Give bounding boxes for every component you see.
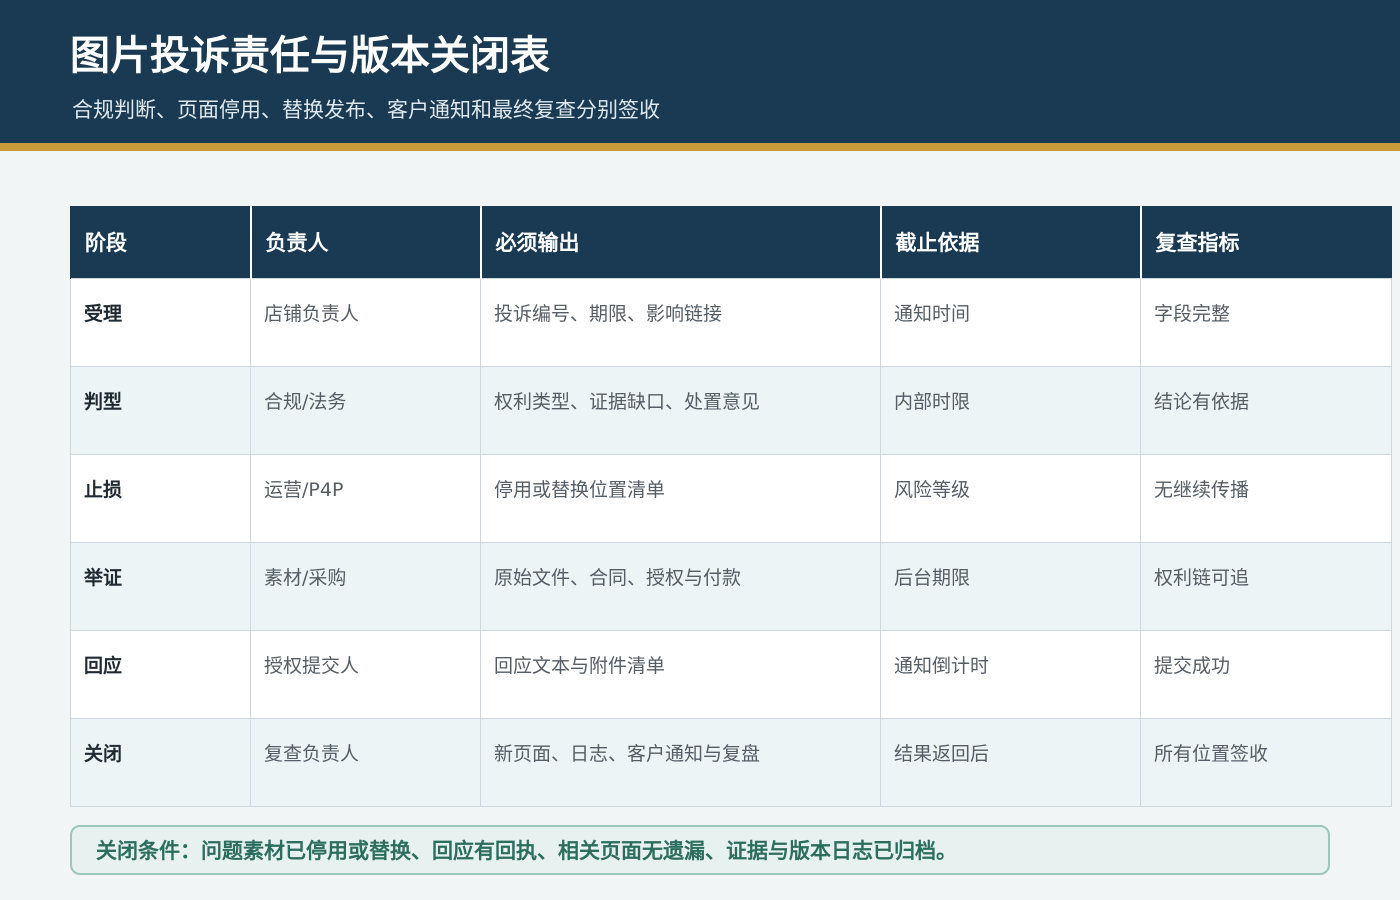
deadline-cell: 内部时限 <box>880 365 1141 455</box>
table-row: 回应 授权提交人 回应文本与附件清单 通知倒计时 提交成功 <box>70 629 1392 719</box>
page-header: 图片投诉责任与版本关闭表 合规判断、页面停用、替换发布、客户通知和最终复查分别签… <box>0 0 1400 151</box>
owner-cell: 素材/采购 <box>250 541 481 631</box>
page-subtitle: 合规判断、页面停用、替换发布、客户通知和最终复查分别签收 <box>72 98 660 122</box>
stage-cell: 回应 <box>70 629 251 719</box>
table-row: 举证 素材/采购 原始文件、合同、授权与付款 后台期限 权利链可追 <box>70 541 1392 631</box>
metric-cell: 无继续传播 <box>1140 453 1392 543</box>
page-title: 图片投诉责任与版本关闭表 <box>70 33 550 79</box>
metric-cell: 权利链可追 <box>1140 541 1392 631</box>
responsibility-table: 阶段 负责人 必须输出 截止依据 复查指标 受理 店铺负责人 投诉编号、期限、影… <box>70 206 1392 807</box>
owner-cell: 合规/法务 <box>250 365 481 455</box>
deadline-cell: 后台期限 <box>880 541 1141 631</box>
stage-cell: 举证 <box>70 541 251 631</box>
table-row: 判型 合规/法务 权利类型、证据缺口、处置意见 内部时限 结论有依据 <box>70 365 1392 455</box>
deadline-cell: 结果返回后 <box>880 717 1141 807</box>
output-cell: 回应文本与附件清单 <box>480 629 881 719</box>
owner-cell: 复查负责人 <box>250 717 481 807</box>
column-header-review-metric: 复查指标 <box>1139 206 1392 278</box>
responsibility-table-container: 阶段 负责人 必须输出 截止依据 复查指标 受理 店铺负责人 投诉编号、期限、影… <box>70 206 1392 807</box>
column-header-required-output: 必须输出 <box>479 206 881 278</box>
output-cell: 投诉编号、期限、影响链接 <box>480 277 881 367</box>
closing-condition-note: 关闭条件：问题素材已停用或替换、回应有回执、相关页面无遗漏、证据与版本日志已归档… <box>70 825 1330 875</box>
table-row: 止损 运营/P4P 停用或替换位置清单 风险等级 无继续传播 <box>70 453 1392 543</box>
table-header-row: 阶段 负责人 必须输出 截止依据 复查指标 <box>70 206 1392 278</box>
column-header-stage: 阶段 <box>70 206 251 278</box>
table-row: 关闭 复查负责人 新页面、日志、客户通知与复盘 结果返回后 所有位置签收 <box>70 717 1392 807</box>
table-row: 受理 店铺负责人 投诉编号、期限、影响链接 通知时间 字段完整 <box>70 277 1392 367</box>
metric-cell: 结论有依据 <box>1140 365 1392 455</box>
column-header-owner: 负责人 <box>249 206 481 278</box>
deadline-cell: 通知时间 <box>880 277 1141 367</box>
deadline-cell: 通知倒计时 <box>880 629 1141 719</box>
column-header-deadline-basis: 截止依据 <box>879 206 1141 278</box>
owner-cell: 授权提交人 <box>250 629 481 719</box>
output-cell: 原始文件、合同、授权与付款 <box>480 541 881 631</box>
output-cell: 新页面、日志、客户通知与复盘 <box>480 717 881 807</box>
metric-cell: 字段完整 <box>1140 277 1392 367</box>
metric-cell: 所有位置签收 <box>1140 717 1392 807</box>
owner-cell: 店铺负责人 <box>250 277 481 367</box>
stage-cell: 止损 <box>70 453 251 543</box>
output-cell: 停用或替换位置清单 <box>480 453 881 543</box>
stage-cell: 受理 <box>70 277 251 367</box>
stage-cell: 关闭 <box>70 717 251 807</box>
output-cell: 权利类型、证据缺口、处置意见 <box>480 365 881 455</box>
closing-condition-text: 关闭条件：问题素材已停用或替换、回应有回执、相关页面无遗漏、证据与版本日志已归档… <box>96 839 957 863</box>
stage-cell: 判型 <box>70 365 251 455</box>
owner-cell: 运营/P4P <box>250 453 481 543</box>
metric-cell: 提交成功 <box>1140 629 1392 719</box>
deadline-cell: 风险等级 <box>880 453 1141 543</box>
